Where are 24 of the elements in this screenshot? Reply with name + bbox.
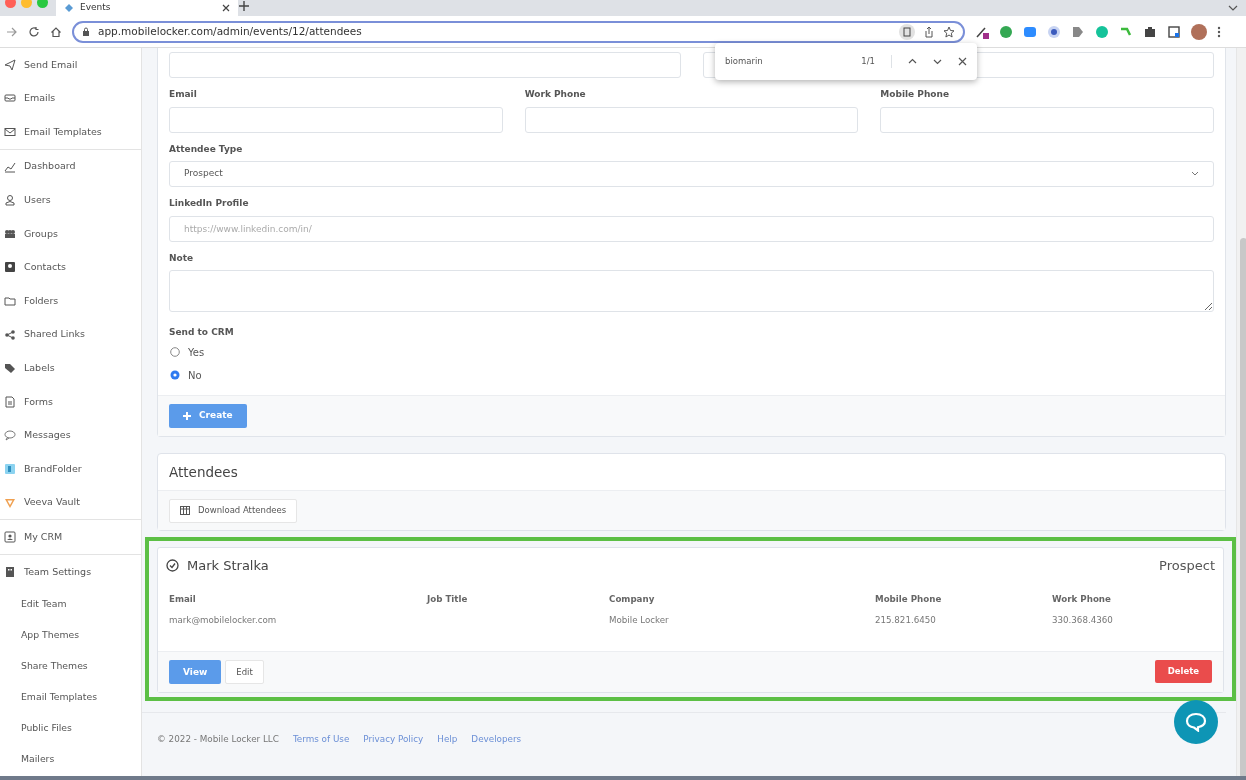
field-value: 215.821.6450 [875, 614, 937, 628]
copyright-text: © 2022 - Mobile Locker LLC [157, 732, 279, 746]
field-label: Mobile Phone [875, 593, 943, 607]
field-label: Send to CRM [169, 326, 235, 339]
field-label: Email [169, 88, 198, 101]
find-query: biomarin [725, 55, 764, 68]
field-label: Email [169, 593, 197, 607]
field-label: Company [609, 593, 656, 607]
field-label: Attendee Type [169, 142, 244, 156]
section-title: Attendees [158, 453, 1225, 491]
field-label: Work Phone [524, 88, 587, 101]
field-label: Job Title [427, 593, 469, 607]
field-label: Work Phone [1052, 593, 1112, 607]
field-label: LinkedIn Profile [169, 197, 250, 210]
field-value: mark@mobilelocker.com [169, 614, 278, 628]
radio-label: Yes [188, 345, 205, 360]
attendee-name: Mark Stralka [187, 556, 269, 575]
field-label: Mobile Phone [880, 88, 951, 101]
field-value: 330.368.4360 [1052, 614, 1114, 628]
field-value: Mobile Locker [609, 614, 670, 628]
radio-label: No [188, 368, 202, 383]
match-count: 1/1 [861, 55, 892, 68]
field-label: Note [169, 251, 195, 265]
attendee-type: Prospect [1159, 556, 1215, 575]
